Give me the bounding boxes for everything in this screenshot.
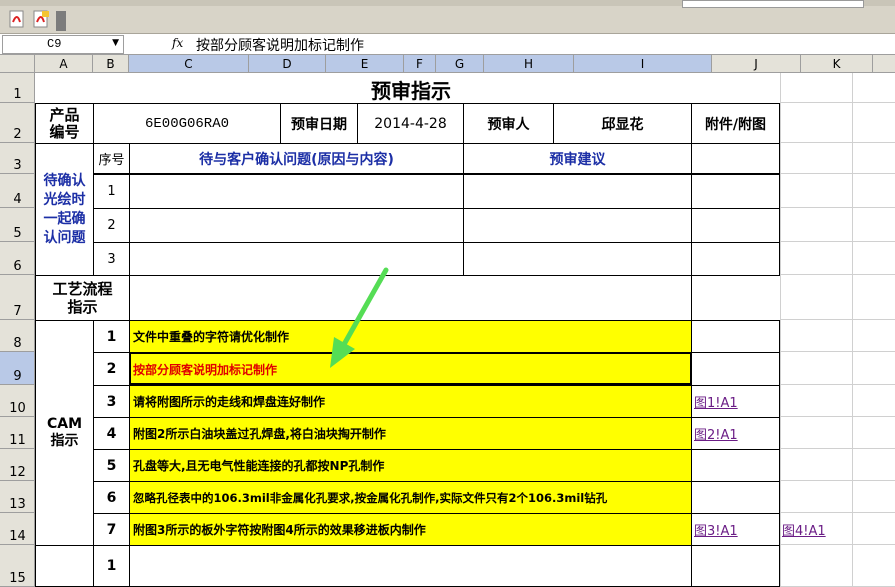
spreadsheet-grid[interactable]: ABCDEFGHIJKL 123456789101112131415 预审指示 … xyxy=(0,55,895,587)
fx-icon[interactable]: fx xyxy=(172,36,183,50)
formula-input[interactable]: 按部分顾客说明加标记制作 xyxy=(196,35,364,55)
pdf-options-icon[interactable] xyxy=(32,10,50,28)
name-box-value: C9 xyxy=(47,37,62,51)
toolbar xyxy=(0,0,895,34)
chevron-down-icon[interactable]: ▼ xyxy=(112,38,119,48)
toolbar-combo[interactable] xyxy=(682,0,864,8)
pdf-icon[interactable] xyxy=(8,10,26,28)
formula-bar: C9 ▼ fx 按部分顾客说明加标记制作 xyxy=(0,34,895,55)
toolbar-grip[interactable] xyxy=(56,11,66,31)
green-arrow-annotation xyxy=(330,267,389,368)
name-box[interactable]: C9 ▼ xyxy=(2,35,124,54)
